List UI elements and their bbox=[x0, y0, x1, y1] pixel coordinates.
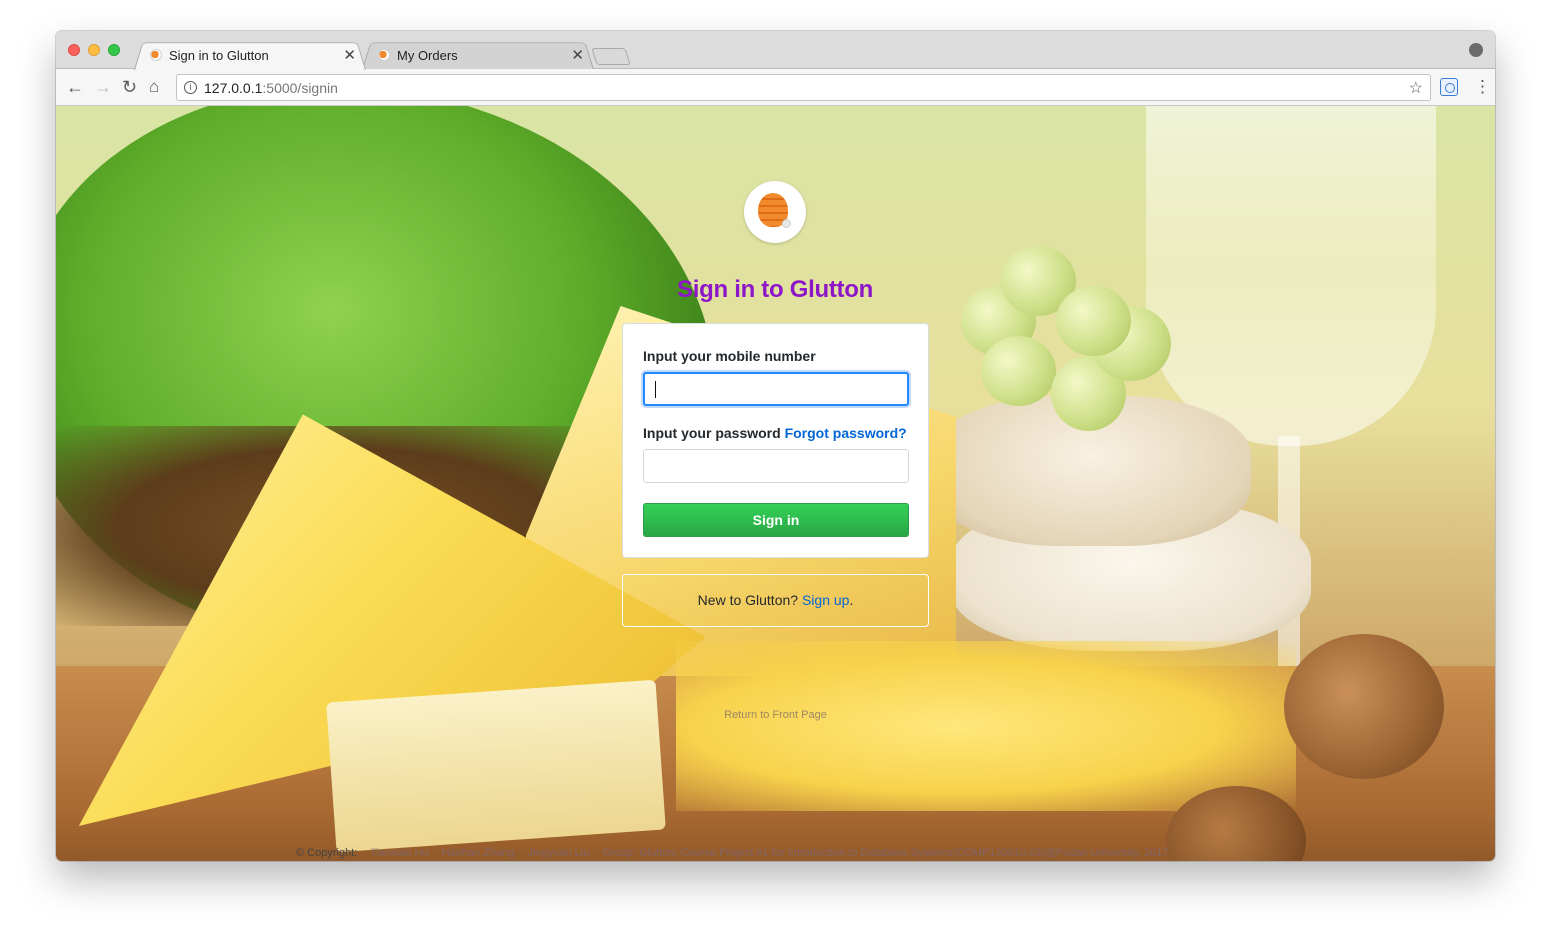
forgot-password-link[interactable]: Forgot password? bbox=[785, 425, 907, 441]
minimize-window-button[interactable] bbox=[88, 44, 100, 56]
footer: © Copyright: Tianxiao Hu Haohan Zhang Ji… bbox=[296, 847, 1296, 859]
reload-button[interactable]: ↻ bbox=[122, 76, 137, 98]
glutton-favicon-icon bbox=[378, 49, 390, 61]
text-caret bbox=[655, 381, 656, 398]
return-to-front-page-link[interactable]: Return to Front Page bbox=[622, 709, 929, 721]
mobile-label: Input your mobile number bbox=[643, 348, 816, 364]
footer-author[interactable]: Haohan Zhang bbox=[442, 847, 515, 859]
tab-strip: Sign in to Glutton ✕ My Orders ✕ bbox=[56, 31, 1495, 70]
info-icon[interactable]: i bbox=[184, 81, 197, 94]
mobile-input[interactable] bbox=[643, 372, 909, 406]
zoom-window-button[interactable] bbox=[108, 44, 120, 56]
url-host: 127.0.0.1 bbox=[204, 80, 263, 96]
browser-window: Sign in to Glutton ✕ My Orders ✕ ← → ↻ ⌂… bbox=[56, 31, 1495, 861]
footer-copyright: © Copyright: bbox=[296, 847, 358, 859]
tab-title: My Orders bbox=[397, 48, 458, 63]
close-window-button[interactable] bbox=[68, 44, 80, 56]
footer-author[interactable]: Tianxiao Hu bbox=[370, 847, 428, 859]
tab-sign-in[interactable]: Sign in to Glutton ✕ bbox=[134, 40, 366, 70]
sign-up-link[interactable]: Sign up bbox=[802, 592, 849, 608]
password-label: Input your password Forgot password? bbox=[643, 425, 907, 441]
url-path: :5000/signin bbox=[262, 80, 338, 96]
glutton-logo-icon[interactable] bbox=[744, 181, 806, 243]
extension-icon[interactable] bbox=[1440, 78, 1458, 96]
home-button[interactable]: ⌂ bbox=[149, 76, 159, 98]
browser-toolbar: ← → ↻ ⌂ i 127.0.0.1:5000/signin ☆ ⋮ bbox=[56, 69, 1495, 106]
back-button[interactable]: ← bbox=[66, 76, 84, 98]
signin-form: Input your mobile number Input your pass… bbox=[622, 323, 929, 558]
glutton-favicon-icon bbox=[150, 49, 162, 61]
footer-author[interactable]: Jingyuan Liu bbox=[528, 847, 590, 859]
profile-icon[interactable] bbox=[1469, 43, 1483, 57]
footer-credit: Group: Glutton, Course Project #1 for In… bbox=[602, 847, 1169, 859]
signup-prompt: New to Glutton? bbox=[697, 592, 799, 608]
password-input[interactable] bbox=[643, 449, 909, 483]
address-bar[interactable]: i 127.0.0.1:5000/signin ☆ bbox=[176, 74, 1431, 101]
sign-in-button[interactable]: Sign in bbox=[643, 503, 909, 537]
menu-icon[interactable]: ⋮ bbox=[1474, 77, 1491, 97]
url-text[interactable]: 127.0.0.1:5000/signin bbox=[204, 80, 338, 96]
tab-my-orders[interactable]: My Orders ✕ bbox=[362, 40, 594, 70]
forward-button[interactable]: → bbox=[94, 76, 112, 98]
new-tab-button[interactable] bbox=[591, 48, 631, 65]
tab-title: Sign in to Glutton bbox=[169, 48, 269, 63]
password-label-text: Input your password bbox=[643, 425, 781, 441]
tab-close-icon[interactable]: ✕ bbox=[343, 46, 356, 64]
page-viewport: Sign in to Glutton Input your mobile num… bbox=[56, 106, 1495, 861]
signup-callout: New to Glutton? Sign up. bbox=[622, 574, 929, 627]
tab-close-icon[interactable]: ✕ bbox=[571, 46, 584, 64]
signup-period: . bbox=[849, 592, 854, 608]
star-icon[interactable]: ☆ bbox=[1409, 78, 1423, 98]
page-title: Sign in to Glutton bbox=[677, 276, 873, 303]
